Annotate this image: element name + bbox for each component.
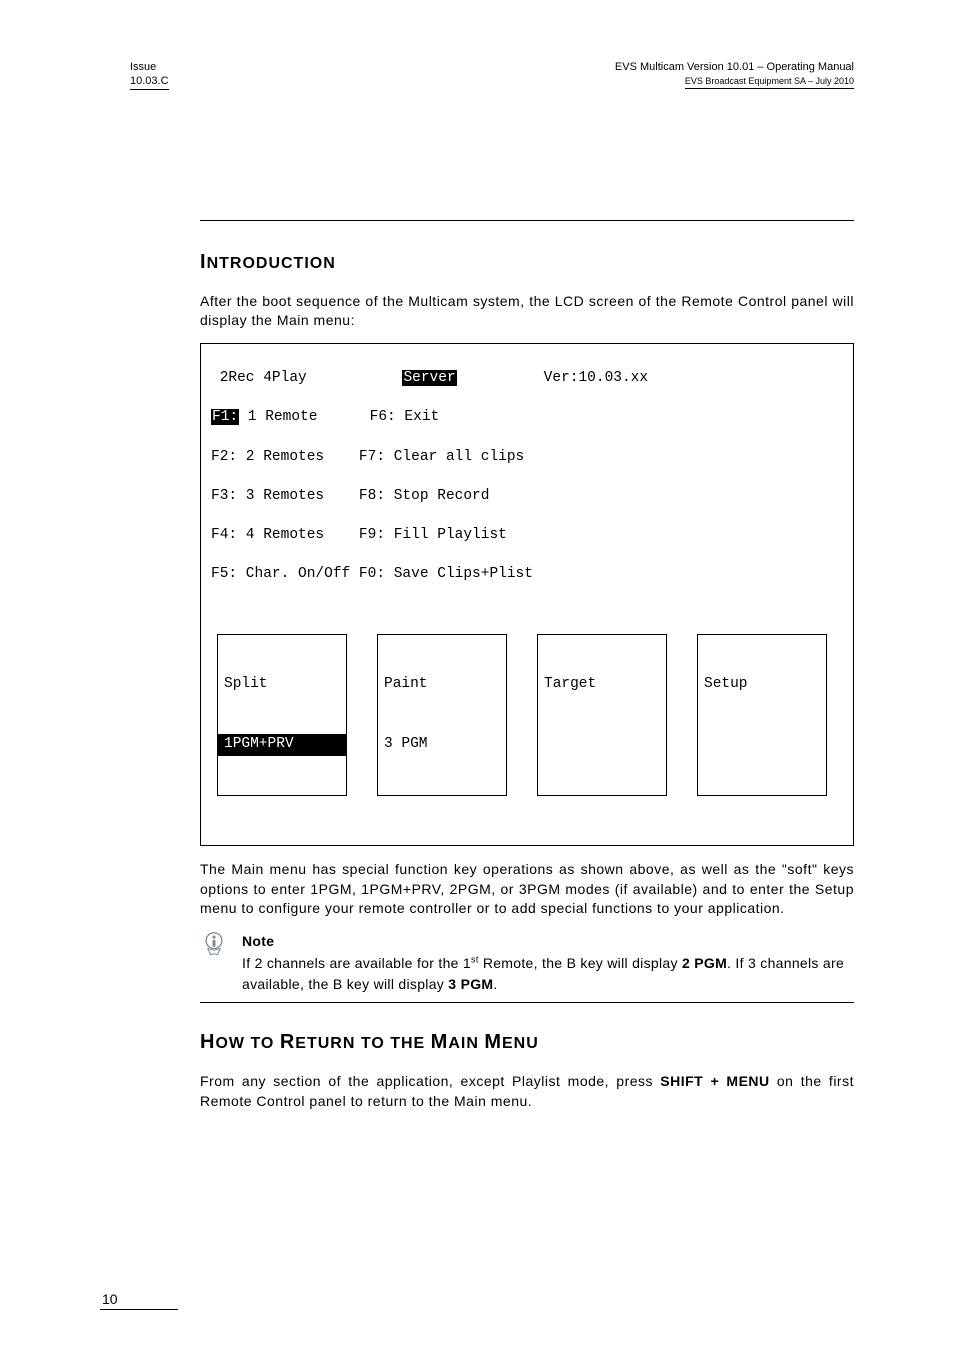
softkey-top: Paint bbox=[378, 674, 506, 696]
return-paragraph: From any section of the application, exc… bbox=[200, 1072, 854, 1111]
heading-cap: H bbox=[200, 1031, 215, 1053]
lcd-server-label: Server bbox=[402, 370, 456, 386]
page-footer: 10 bbox=[100, 1291, 178, 1310]
note-text: Note If 2 channels are available for the… bbox=[242, 931, 854, 994]
heading-rest: NTRODUCTION bbox=[207, 255, 336, 272]
page-header: Issue 10.03.C EVS Multicam Version 10.01… bbox=[130, 60, 854, 90]
heading-cap: M bbox=[484, 1031, 502, 1053]
lcd-screen: 2Rec 4Play Server Ver:10.03.xx F1: 1 Rem… bbox=[200, 343, 854, 847]
heading-rest: ENU bbox=[502, 1035, 539, 1052]
lcd-line-6: F5: Char. On/Off F0: Save Clips+Plist bbox=[211, 565, 843, 585]
lcd-line-2: F1: 1 Remote F6: Exit bbox=[211, 408, 843, 428]
horizontal-rule bbox=[200, 220, 854, 221]
softkey-bottom: 3 PGM bbox=[378, 734, 506, 756]
lcd-f1-rest: 1 Remote F6: Exit bbox=[239, 409, 439, 425]
softkey-bottom: 1PGM+PRV bbox=[218, 734, 346, 756]
softkey-top: Split bbox=[218, 674, 346, 696]
note-superscript: st bbox=[471, 955, 479, 965]
lcd-f1-highlight: F1: bbox=[211, 409, 239, 425]
softkey-bottom bbox=[698, 734, 826, 754]
issue-value: 10.03.C bbox=[130, 74, 169, 89]
heading-rest: AIN bbox=[448, 1035, 484, 1052]
note-frag: . bbox=[493, 976, 497, 992]
para-frag: From any section of the application, exc… bbox=[200, 1073, 660, 1089]
softkey-row: Split 1PGM+PRV Paint 3 PGM Target Setup bbox=[217, 634, 843, 797]
para-bold: SHIFT + MENU bbox=[660, 1073, 769, 1089]
softkey-bottom bbox=[538, 734, 666, 754]
page-number: 10 bbox=[100, 1291, 178, 1310]
lcd-line-3: F2: 2 Remotes F7: Clear all clips bbox=[211, 448, 843, 468]
heading-cap: M bbox=[431, 1031, 449, 1053]
lcd-line-1: 2Rec 4Play Server Ver:10.03.xx bbox=[211, 369, 843, 389]
note-bold: 2 PGM bbox=[682, 955, 727, 971]
section-heading-introduction: INTRODUCTION bbox=[200, 251, 854, 274]
softkey-top: Setup bbox=[698, 674, 826, 696]
heading-rest: OW TO bbox=[215, 1035, 279, 1052]
note-icon bbox=[200, 931, 228, 959]
doc-title: EVS Multicam Version 10.01 – Operating M… bbox=[615, 61, 854, 73]
heading-cap: R bbox=[280, 1031, 295, 1053]
after-lcd-paragraph: The Main menu has special function key o… bbox=[200, 860, 854, 919]
softkey-split: Split 1PGM+PRV bbox=[217, 634, 347, 797]
softkey-paint: Paint 3 PGM bbox=[377, 634, 507, 797]
doc-subtitle: EVS Broadcast Equipment SA – July 2010 bbox=[685, 76, 854, 89]
lcd-line-5: F4: 4 Remotes F9: Fill Playlist bbox=[211, 526, 843, 546]
softkey-top: Target bbox=[538, 674, 666, 696]
softkey-setup: Setup bbox=[697, 634, 827, 797]
note-block: Note If 2 channels are available for the… bbox=[200, 931, 854, 1003]
content-area: INTRODUCTION After the boot sequence of … bbox=[200, 220, 854, 1112]
lcd-mode: 2Rec 4Play bbox=[211, 370, 307, 386]
lcd-version: Ver:10.03.xx bbox=[544, 370, 648, 386]
header-left: Issue 10.03.C bbox=[130, 60, 169, 90]
heading-rest: ETURN TO THE bbox=[295, 1035, 430, 1052]
page: Issue 10.03.C EVS Multicam Version 10.01… bbox=[0, 0, 954, 1350]
note-body: If 2 channels are available for the 1st … bbox=[242, 955, 844, 991]
note-frag: If 2 channels are available for the 1 bbox=[242, 955, 471, 971]
note-frag: Remote, the B key will display bbox=[479, 955, 682, 971]
header-right: EVS Multicam Version 10.01 – Operating M… bbox=[615, 60, 854, 90]
intro-paragraph: After the boot sequence of the Multicam … bbox=[200, 292, 854, 331]
note-bold: 3 PGM bbox=[448, 976, 493, 992]
section-heading-return: HOW TO RETURN TO THE MAIN MENU bbox=[200, 1031, 854, 1054]
softkey-target: Target bbox=[537, 634, 667, 797]
note-title: Note bbox=[242, 931, 854, 951]
issue-label: Issue bbox=[130, 61, 156, 73]
lcd-line-4: F3: 3 Remotes F8: Stop Record bbox=[211, 487, 843, 507]
